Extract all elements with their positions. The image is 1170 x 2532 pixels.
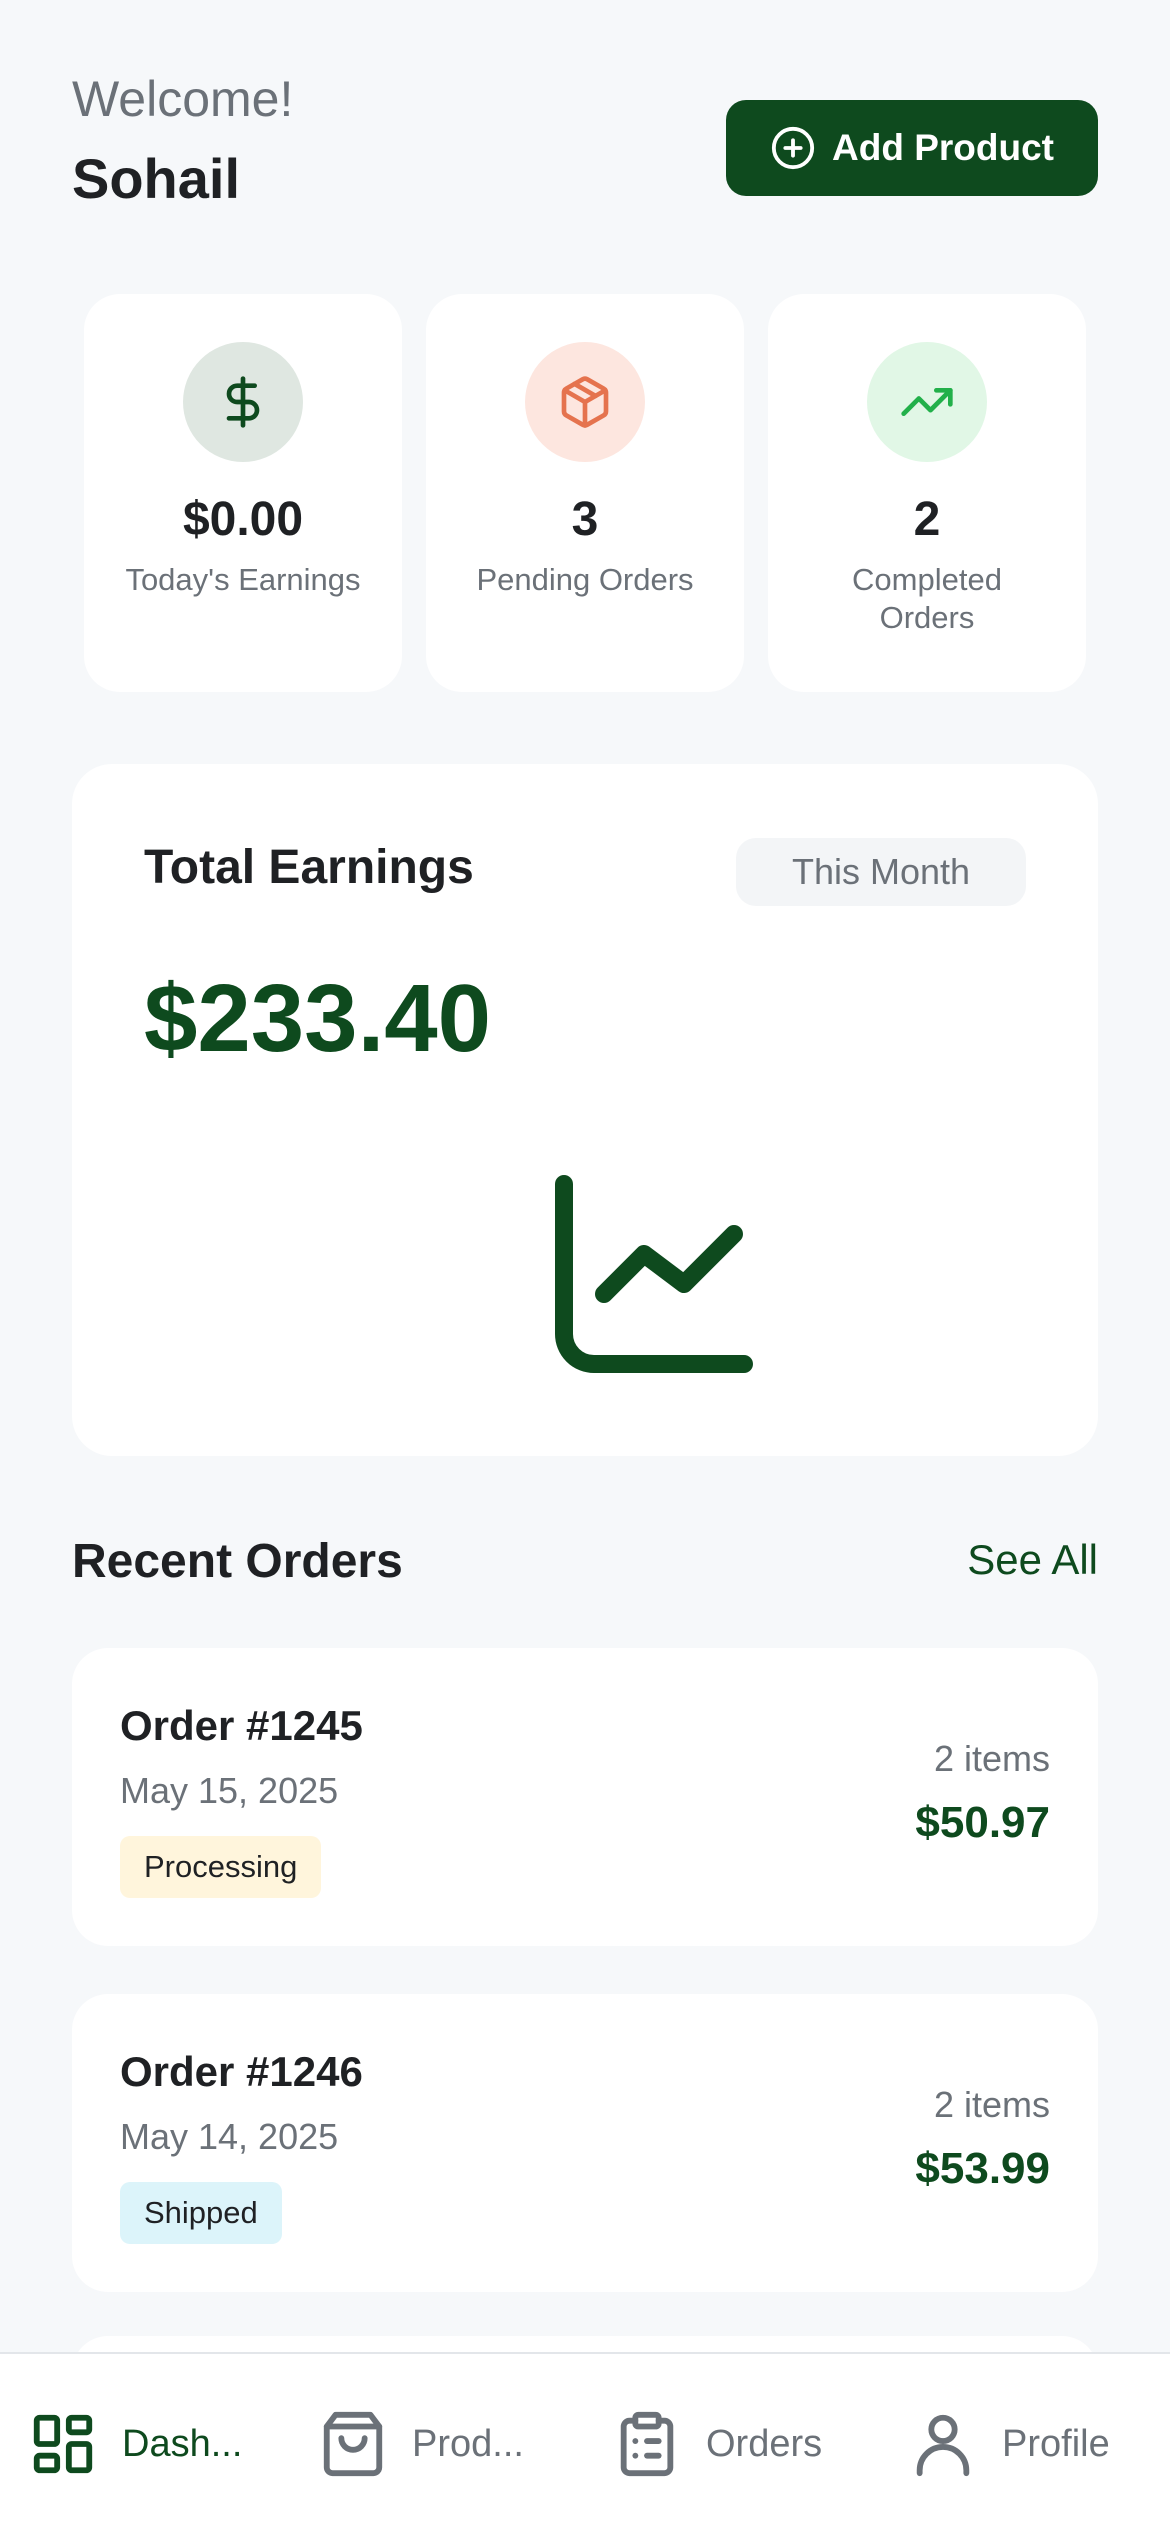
stat-value: 3 [571, 493, 599, 546]
bottom-nav: Dash... Prod... Orders Profile [0, 2352, 1170, 2532]
stat-icon-circle [867, 342, 987, 462]
stat-value: $0.00 [182, 493, 304, 546]
nav-item-orders[interactable]: Orders [612, 2354, 822, 2532]
order-item-count: 2 items [933, 1738, 1050, 1779]
order-total: $50.97 [915, 1798, 1050, 1847]
trending-up-icon [901, 388, 953, 416]
nav-item-dashboard[interactable]: Dash... [28, 2354, 242, 2532]
add-product-button[interactable]: Add Product [726, 100, 1098, 196]
stat-label: Pending Orders [476, 562, 694, 597]
stat-label: Completed Orders [852, 562, 1002, 635]
order-id: Order #1245 [120, 1702, 363, 1749]
stat-card-todays-earnings: $0.00 Today's Earnings [84, 294, 402, 692]
user-name: Sohail [72, 147, 241, 210]
nav-item-profile[interactable]: Profile [908, 2354, 1110, 2532]
status-badge: Shipped [120, 2182, 282, 2244]
stat-value: 2 [913, 493, 941, 546]
dollar-icon [226, 376, 260, 428]
add-product-label: Add Product [832, 127, 1054, 168]
total-earnings-card: Total Earnings This Month $233.40 [72, 764, 1098, 1456]
see-all-link[interactable]: See All [967, 1536, 1098, 1584]
nav-item-label: Profile [1002, 2422, 1110, 2465]
status-badge: Processing [120, 1836, 322, 1898]
period-selector[interactable]: This Month [736, 838, 1026, 906]
user-icon [916, 2414, 970, 2477]
order-total: $53.99 [915, 2144, 1050, 2193]
stat-card-completed-orders: 2 Completed Orders [768, 294, 1086, 692]
order-item-count: 2 items [933, 2084, 1050, 2125]
clipboard-list-icon [620, 2411, 674, 2477]
welcome-text: Welcome! [72, 71, 294, 127]
order-card[interactable]: Order #1245 May 15, 2025 Processing 2 it… [72, 1648, 1098, 1946]
earnings-amount: $233.40 [144, 965, 492, 1072]
dashboard-icon [33, 2414, 93, 2474]
stat-icon-circle [525, 342, 645, 462]
vendor-dashboard: Welcome! Sohail Add Product $0.00 Today'… [0, 0, 1170, 2532]
nav-item-products[interactable]: Prod... [318, 2354, 524, 2532]
line-chart-icon [555, 1175, 753, 1373]
nav-item-label: Orders [706, 2422, 823, 2465]
nav-item-label: Prod... [412, 2422, 524, 2465]
stat-card-pending-orders: 3 Pending Orders [426, 294, 744, 692]
order-id: Order #1246 [120, 2048, 363, 2095]
recent-orders-title: Recent Orders [72, 1535, 403, 1588]
order-date: May 14, 2025 [120, 2116, 339, 2157]
order-date: May 15, 2025 [120, 1770, 339, 1811]
plus-circle-icon [771, 126, 815, 170]
stat-icon-circle [183, 342, 303, 462]
box-icon [561, 376, 609, 428]
nav-item-label: Dash... [122, 2422, 243, 2465]
order-card[interactable]: Order #1246 May 14, 2025 Shipped 2 items… [72, 1994, 1098, 2292]
stat-label: Today's Earnings [125, 562, 361, 597]
earnings-title: Total Earnings [144, 841, 474, 894]
shopping-bag-icon [323, 2411, 383, 2477]
